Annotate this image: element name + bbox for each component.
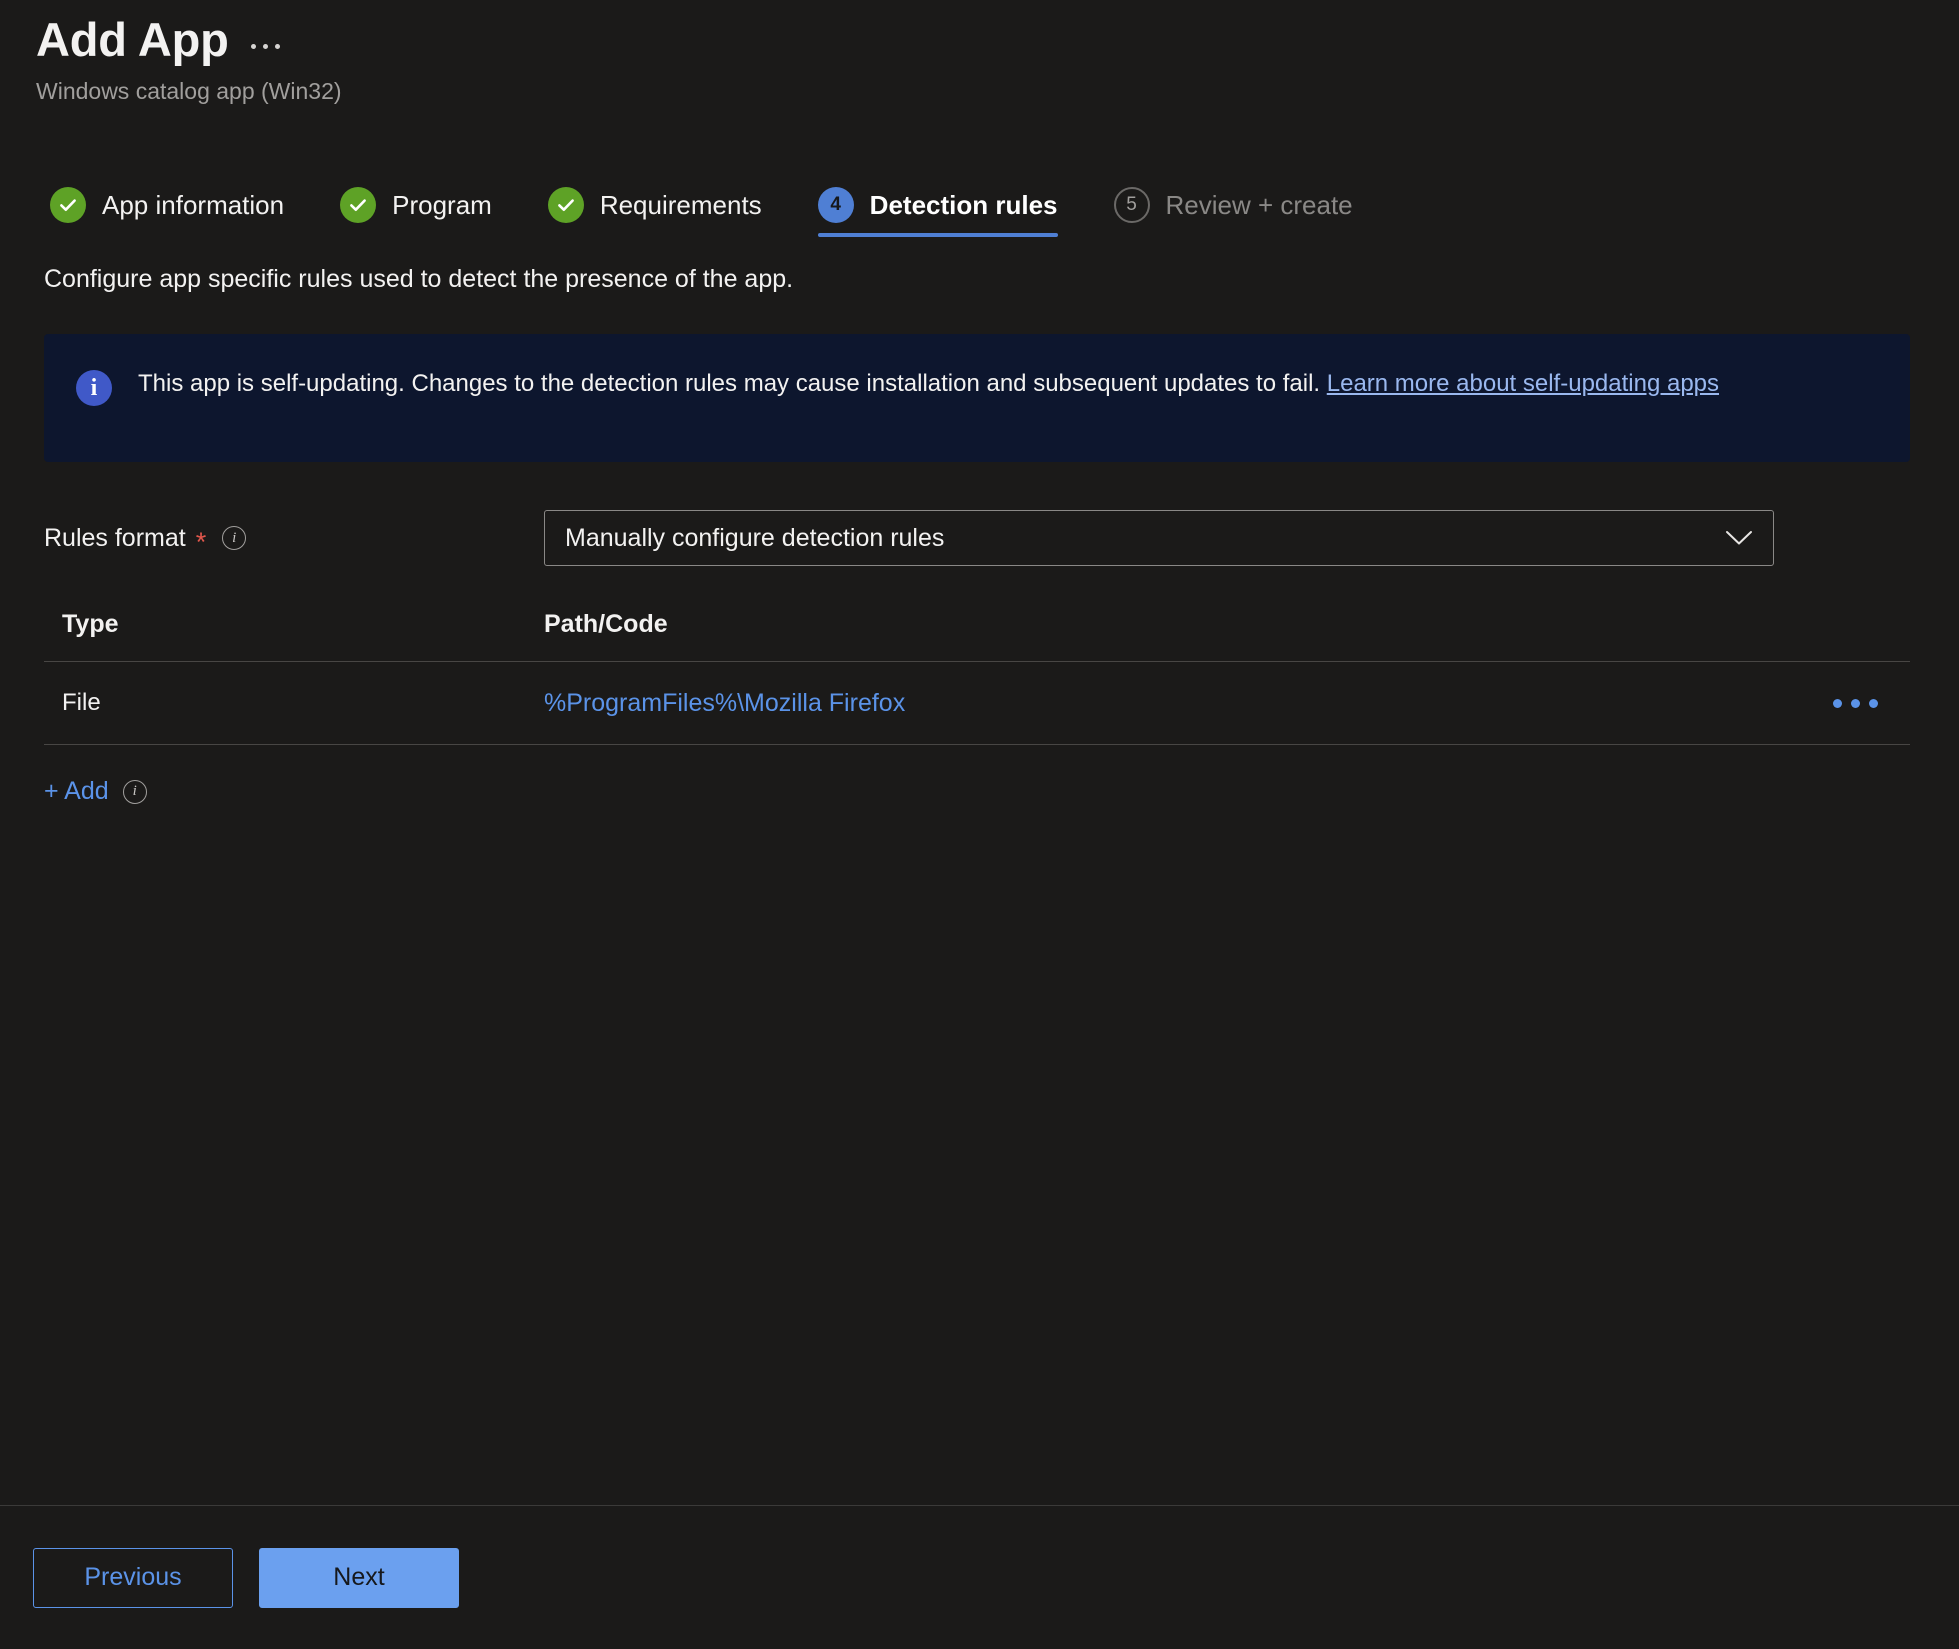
column-header-path-code: Path/Code <box>544 610 668 639</box>
step-number-badge: 5 <box>1113 187 1150 224</box>
wizard-step-label: Program <box>392 189 492 220</box>
column-header-type: Type <box>62 610 119 639</box>
self-updating-info-banner: i This app is self-updating. Changes to … <box>44 334 1910 463</box>
wizard-step-label: Review + create <box>1165 189 1353 220</box>
learn-more-link[interactable]: Learn more about self-updating apps <box>1327 370 1719 397</box>
page-subtitle: Windows catalog app (Win32) <box>36 77 342 104</box>
add-rule-link[interactable]: + Add <box>44 777 109 806</box>
rules-format-field-row: Rules format * i Manually configure dete… <box>44 510 1959 567</box>
rule-actions-cell <box>1800 691 1910 716</box>
ellipsis-dot <box>262 44 268 49</box>
rule-path-link[interactable]: %ProgramFiles%\Mozilla Firefox <box>544 689 905 717</box>
table-row[interactable]: File %ProgramFiles%\Mozilla Firefox <box>44 662 1910 746</box>
wizard-step-label: Detection rules <box>869 189 1058 220</box>
detection-rules-table: Type Path/Code File %ProgramFiles%\Mozil… <box>44 610 1910 746</box>
rules-format-dropdown[interactable]: Manually configure detection rules <box>544 510 1774 567</box>
wizard-step-app-information[interactable]: App information <box>50 187 284 237</box>
rules-format-label-text: Rules format <box>44 523 186 552</box>
wizard-steps: App information Program Requirements 4 D… <box>50 187 1959 238</box>
wizard-step-label: Requirements <box>599 189 762 220</box>
rules-format-label: Rules format * i <box>44 523 544 557</box>
rule-path-cell: %ProgramFiles%\Mozilla Firefox <box>544 689 1800 718</box>
rule-type-cell: File <box>62 689 101 717</box>
page-description: Configure app specific rules used to det… <box>44 265 794 294</box>
wizard-step-program[interactable]: Program <box>340 187 492 237</box>
ellipsis-dot <box>250 44 256 49</box>
check-icon <box>50 187 86 224</box>
wizard-step-requirements[interactable]: Requirements <box>547 187 762 237</box>
step-number-badge: 4 <box>817 187 854 224</box>
rules-format-info-icon[interactable]: i <box>222 526 247 551</box>
wizard-step-label: App information <box>102 189 285 220</box>
check-icon <box>547 187 584 224</box>
wizard-step-review-create[interactable]: 5 Review + create <box>1113 187 1353 237</box>
add-rule-row: + Add i <box>44 777 1959 806</box>
info-banner-message: This app is self-updating. Changes to th… <box>138 370 1327 398</box>
page-title: Add App <box>36 13 229 66</box>
ellipsis-dot <box>1832 698 1842 708</box>
ellipsis-dot <box>274 44 280 49</box>
wizard-step-detection-rules[interactable]: 4 Detection rules <box>817 187 1058 238</box>
title-row: Add App <box>36 14 1959 66</box>
more-options-icon[interactable] <box>250 44 280 49</box>
page-header: Add App Windows catalog app (Win32) <box>0 0 1959 105</box>
info-icon: i <box>76 370 112 407</box>
required-asterisk: * <box>195 526 207 557</box>
next-button[interactable]: Next <box>259 1547 459 1608</box>
wizard-footer: Previous Next <box>0 1505 1959 1649</box>
rules-format-selected-value: Manually configure detection rules <box>565 523 945 552</box>
info-banner-text: This app is self-updating. Changes to th… <box>138 369 1719 400</box>
table-header-row: Type Path/Code <box>44 610 1910 663</box>
check-icon <box>340 187 377 224</box>
ellipsis-dot <box>1868 698 1878 708</box>
row-more-options-icon[interactable] <box>1825 691 1886 716</box>
chevron-down-icon <box>1725 529 1753 547</box>
previous-button[interactable]: Previous <box>33 1547 233 1608</box>
ellipsis-dot <box>1850 698 1860 708</box>
add-rule-info-icon[interactable]: i <box>122 779 147 804</box>
